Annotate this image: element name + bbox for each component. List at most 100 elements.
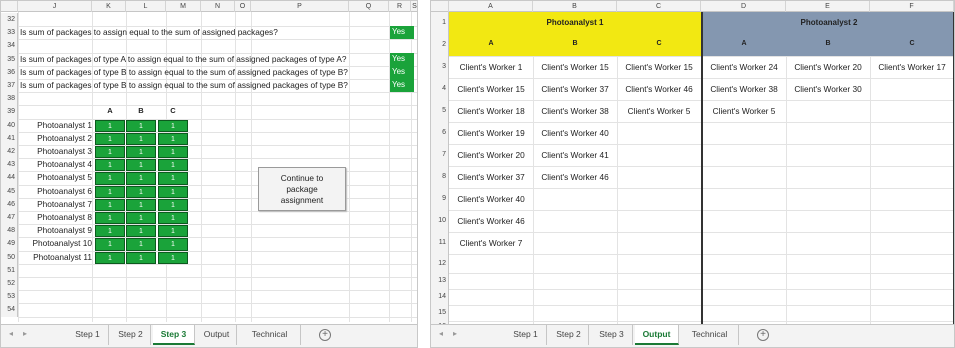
row-header-2[interactable]: 2 — [431, 34, 449, 56]
row-header-50[interactable]: 50 — [1, 250, 18, 264]
tab-output[interactable]: Output — [197, 325, 237, 345]
worker-cell[interactable]: Client's Worker 38 — [702, 83, 786, 95]
scroll-left-icon[interactable]: ◂ — [439, 329, 443, 338]
row-header-7[interactable]: 7 — [431, 144, 449, 166]
assignment-cell[interactable]: 1 — [95, 251, 125, 264]
scroll-left-icon[interactable]: ◂ — [9, 329, 13, 338]
row-header-52[interactable]: 52 — [1, 277, 18, 291]
assignment-cell[interactable]: 1 — [126, 159, 156, 172]
row-header-43[interactable]: 43 — [1, 158, 18, 172]
column-header-A[interactable]: A — [449, 1, 533, 12]
tab-step-2[interactable]: Step 2 — [111, 325, 151, 345]
column-header-K[interactable]: K — [92, 1, 126, 12]
tab-step-3[interactable]: Step 3 — [591, 325, 633, 345]
row-header-46[interactable]: 46 — [1, 197, 18, 211]
column-header-C[interactable]: C — [617, 1, 701, 12]
column-header-F[interactable]: F — [870, 1, 954, 12]
column-header-corner[interactable] — [1, 1, 18, 12]
assignment-cell[interactable]: 1 — [95, 172, 125, 185]
column-header-P[interactable]: P — [251, 1, 349, 12]
row-header-33[interactable]: 33 — [1, 26, 18, 40]
row-header-47[interactable]: 47 — [1, 211, 18, 225]
assignment-cell[interactable]: 1 — [158, 159, 188, 172]
assignment-cell[interactable]: 1 — [158, 132, 188, 145]
assignment-cell[interactable]: 1 — [126, 251, 156, 264]
assignment-cell[interactable]: 1 — [95, 159, 125, 172]
tab-step-2[interactable]: Step 2 — [549, 325, 589, 345]
assignment-cell[interactable]: 1 — [158, 146, 188, 159]
assignment-cell[interactable]: 1 — [95, 185, 125, 198]
worker-cell[interactable]: Client's Worker 40 — [533, 127, 617, 139]
continue-to-package-assignment-button[interactable]: Continue to package assignment — [258, 167, 346, 211]
column-header-M[interactable]: M — [166, 1, 201, 12]
row-header-12[interactable]: 12 — [431, 254, 449, 273]
assignment-cell[interactable]: 1 — [158, 238, 188, 251]
column-header-Q[interactable]: Q — [349, 1, 389, 12]
row-header-53[interactable]: 53 — [1, 290, 18, 304]
row-header-14[interactable]: 14 — [431, 289, 449, 305]
row-header-41[interactable]: 41 — [1, 131, 18, 145]
worker-cell[interactable]: Client's Worker 5 — [702, 105, 786, 117]
worker-cell[interactable]: Client's Worker 1 — [449, 61, 533, 73]
add-sheet-icon[interactable]: + — [757, 329, 769, 341]
row-header-54[interactable]: 54 — [1, 303, 18, 317]
worker-cell[interactable]: Client's Worker 37 — [449, 171, 533, 183]
worker-cell[interactable]: Client's Worker 41 — [533, 149, 617, 161]
assignment-cell[interactable]: 1 — [95, 198, 125, 211]
worker-cell[interactable]: Client's Worker 20 — [786, 61, 870, 73]
row-header-11[interactable]: 11 — [431, 232, 449, 254]
worker-cell[interactable]: Client's Worker 46 — [617, 83, 701, 95]
scroll-right-icon[interactable]: ▸ — [453, 329, 457, 338]
row-header-51[interactable]: 51 — [1, 263, 18, 277]
assignment-cell[interactable]: 1 — [126, 185, 156, 198]
row-header-44[interactable]: 44 — [1, 171, 18, 185]
row-header-42[interactable]: 42 — [1, 145, 18, 159]
worker-cell[interactable]: Client's Worker 40 — [449, 193, 533, 205]
assignment-cell[interactable]: 1 — [158, 185, 188, 198]
row-header-6[interactable]: 6 — [431, 122, 449, 144]
tab-step-1[interactable]: Step 1 — [67, 325, 109, 345]
row-header-15[interactable]: 15 — [431, 305, 449, 321]
row-header-8[interactable]: 8 — [431, 166, 449, 188]
row-header-37[interactable]: 37 — [1, 79, 18, 93]
worker-cell[interactable]: Client's Worker 46 — [449, 215, 533, 227]
worker-cell[interactable]: Client's Worker 5 — [617, 105, 701, 117]
row-header-39[interactable]: 39 — [1, 105, 18, 119]
worker-cell[interactable]: Client's Worker 7 — [449, 237, 533, 249]
column-header-B[interactable]: B — [533, 1, 617, 12]
worker-cell[interactable]: Client's Worker 46 — [533, 171, 617, 183]
scroll-right-icon[interactable]: ▸ — [23, 329, 27, 338]
row-header-10[interactable]: 10 — [431, 210, 449, 232]
assignment-cell[interactable]: 1 — [126, 225, 156, 238]
assignment-cell[interactable]: 1 — [95, 146, 125, 159]
column-header-N[interactable]: N — [201, 1, 235, 12]
worker-cell[interactable]: Client's Worker 17 — [870, 61, 954, 73]
column-header-L[interactable]: L — [126, 1, 166, 12]
row-header-38[interactable]: 38 — [1, 92, 18, 106]
assignment-cell[interactable]: 1 — [158, 251, 188, 264]
column-header-J[interactable]: J — [18, 1, 92, 12]
assignment-cell[interactable]: 1 — [126, 212, 156, 225]
row-header-49[interactable]: 49 — [1, 237, 18, 251]
worker-cell[interactable]: Client's Worker 18 — [449, 105, 533, 117]
worker-cell[interactable]: Client's Worker 20 — [449, 149, 533, 161]
worker-cell[interactable]: Client's Worker 30 — [786, 83, 870, 95]
assignment-cell[interactable]: 1 — [95, 132, 125, 145]
row-header-1[interactable]: 1 — [431, 12, 449, 34]
column-header-O[interactable]: O — [235, 1, 251, 12]
column-header-R[interactable]: R — [389, 1, 411, 12]
column-header-D[interactable]: D — [702, 1, 786, 12]
worker-cell[interactable]: Client's Worker 37 — [533, 83, 617, 95]
assignment-cell[interactable]: 1 — [158, 119, 188, 132]
row-header-9[interactable]: 9 — [431, 188, 449, 210]
row-header-4[interactable]: 4 — [431, 78, 449, 100]
row-header-35[interactable]: 35 — [1, 52, 18, 66]
row-header-13[interactable]: 13 — [431, 273, 449, 289]
assignment-cell[interactable]: 1 — [126, 238, 156, 251]
tab-technical[interactable]: Technical — [681, 325, 739, 345]
worker-cell[interactable]: Client's Worker 38 — [533, 105, 617, 117]
worker-cell[interactable]: Client's Worker 19 — [449, 127, 533, 139]
row-header-48[interactable]: 48 — [1, 224, 18, 238]
column-header-E[interactable]: E — [786, 1, 870, 12]
assignment-cell[interactable]: 1 — [95, 212, 125, 225]
